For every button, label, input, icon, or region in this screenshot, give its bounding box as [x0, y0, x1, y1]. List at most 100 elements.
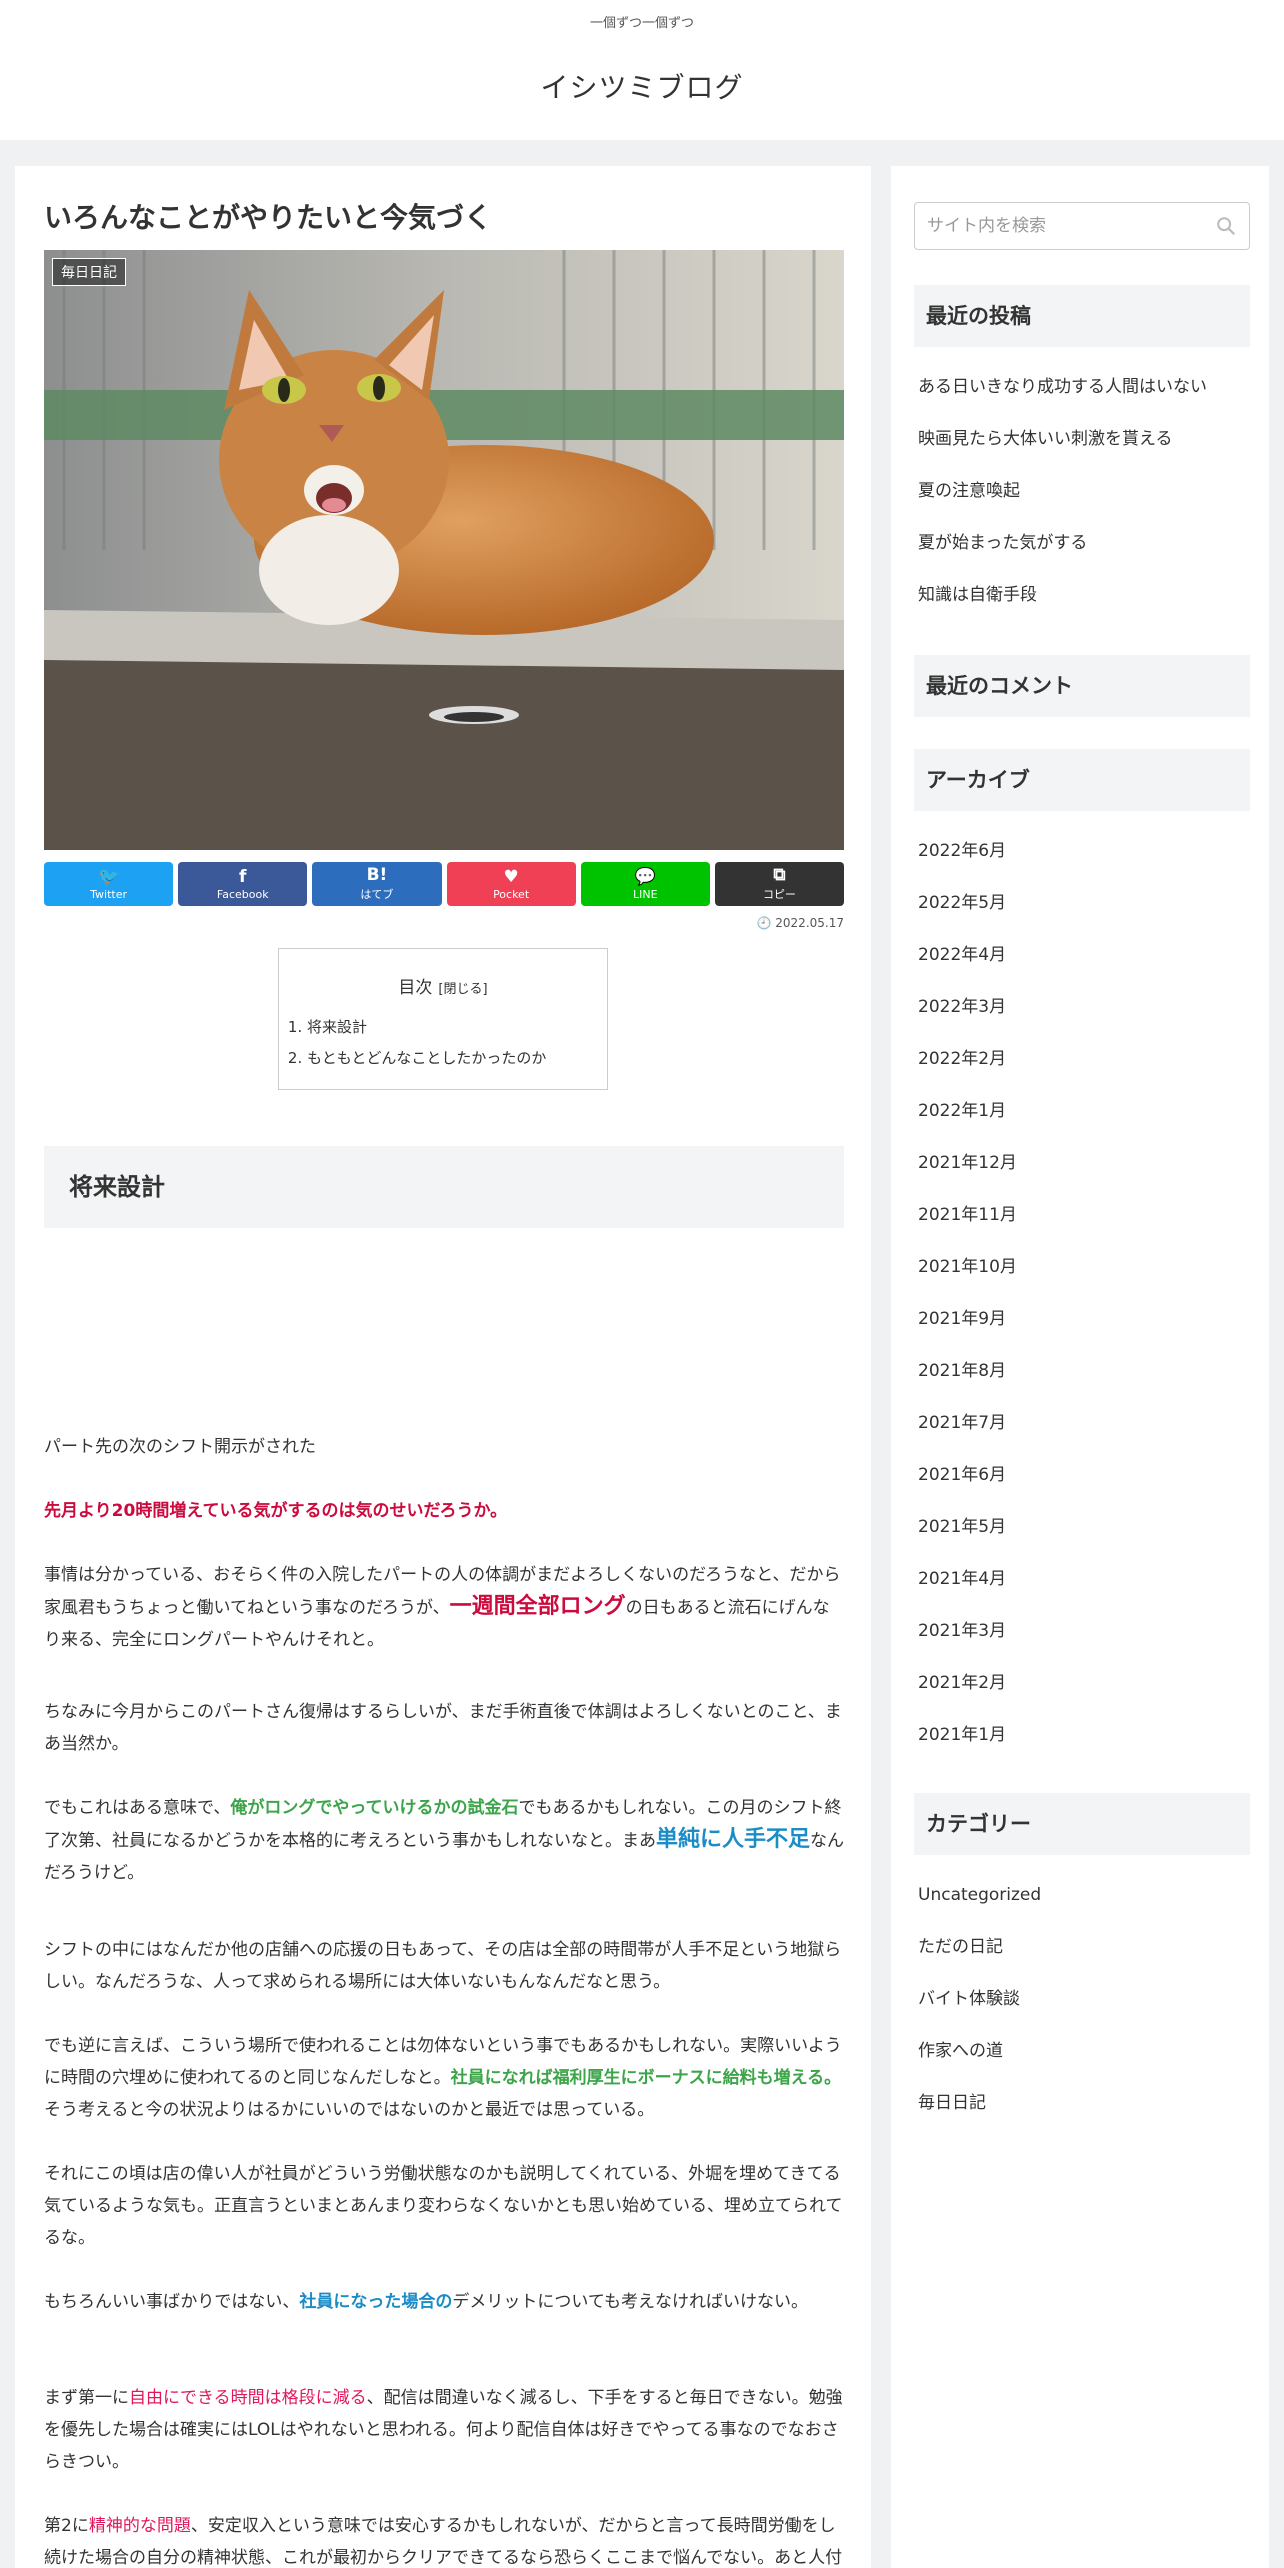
pocket-share-button[interactable]: ♥ Pocket [446, 862, 576, 906]
recent-post-link[interactable]: 夏の注意喚起 [918, 476, 1207, 528]
archive-link[interactable]: 2022年4月 [918, 940, 1017, 992]
category-label[interactable]: 毎日日記 [52, 258, 126, 286]
site-header: 一個ずつ一個ずつ イシツミブログ [0, 0, 1284, 140]
highlight-text: 精神的な問題 [88, 2516, 191, 2536]
twitter-share-button[interactable]: 🐦 Twitter [44, 862, 174, 906]
paragraph: もちろんいい事ばかりではない、社員になった場合のデメリットについても考えなければ… [44, 2286, 844, 2318]
toc-title: 目次 [閉じる] [279, 973, 607, 998]
archive-list: 2022年6月 2022年5月 2022年4月 2022年3月 2022年2月 … [918, 836, 1017, 1772]
archive-link[interactable]: 2021年8月 [918, 1356, 1017, 1408]
category-link[interactable]: 毎日日記 [918, 2088, 1041, 2140]
main-content: いろんなことがやりたいと今気づく 毎日日記 🐦 Twitter f Facebo… [15, 166, 871, 2568]
archive-link[interactable]: 2022年6月 [918, 836, 1017, 888]
recent-posts-list: ある日いきなり成功する人間はいない 映画見たら大体いい刺激を貰える 夏の注意喚起… [918, 372, 1207, 632]
archive-link[interactable]: 2021年1月 [918, 1720, 1017, 1772]
recent-post-link[interactable]: 映画見たら大体いい刺激を貰える [918, 424, 1207, 476]
share-label: LINE [632, 887, 658, 901]
search-placeholder: サイト内を検索 [927, 216, 1046, 236]
paragraph-text: そう考えると今の状況よりはるかにいいのではないのかと最近では思っている。 [44, 2100, 655, 2120]
archive-link[interactable]: 2022年5月 [918, 888, 1017, 940]
share-label: Facebook [216, 887, 269, 901]
search-icon[interactable] [1215, 215, 1237, 237]
toc-item[interactable]: もともとどんなことしたかったのか [307, 1043, 607, 1074]
facebook-share-button[interactable]: f Facebook [178, 862, 308, 906]
archive-link[interactable]: 2021年7月 [918, 1408, 1017, 1460]
archive-link[interactable]: 2021年6月 [918, 1460, 1017, 1512]
share-label: コピー [762, 888, 796, 901]
category-link[interactable]: Uncategorized [918, 1880, 1041, 1932]
paragraph: パート先の次のシフト開示がされた [44, 1437, 316, 1457]
line-share-button[interactable]: 💬 LINE [580, 862, 710, 906]
paragraph-text: もちろんいい事ばかりではない、 [44, 2292, 300, 2312]
category-title: カテゴリー [914, 1793, 1250, 1855]
share-button[interactable]: ⧉ コピー [714, 862, 845, 906]
site-tagline: 一個ずつ一個ずつ [589, 16, 694, 31]
sidebar: サイト内を検索 最近の投稿 ある日いきなり成功する人間はいない 映画見たら大体い… [891, 166, 1269, 2568]
toc-toggle[interactable]: [閉じる] [438, 982, 487, 997]
archive-link[interactable]: 2021年11月 [918, 1200, 1017, 1252]
archive-link[interactable]: 2021年4月 [918, 1564, 1017, 1616]
recent-post-link[interactable]: 知識は自衛手段 [918, 580, 1207, 632]
facebook-icon: f [239, 866, 247, 887]
post-date: 🕘 2022.05.17 [757, 916, 844, 930]
archive-title: アーカイブ [914, 749, 1250, 811]
post-title: いろんなことがやりたいと今気づく [44, 201, 493, 234]
share-buttons: 🐦 Twitter f Facebook B! はてブ ♥ Pocket 💬 LINE ⧉ コピー [44, 862, 845, 906]
archive-link[interactable]: 2021年9月 [918, 1304, 1017, 1356]
toc-item[interactable]: 将来設計 [307, 1012, 607, 1043]
table-of-contents: 目次 [閉じる] 将来設計 もともとどんなことしたかったのか [278, 948, 608, 1090]
pocket-icon: ♥ [503, 866, 519, 887]
paragraph: まず第一に自由にできる時間は格段に減る、配信は間違いなく減るし、下手をすると毎日… [44, 2382, 844, 2478]
highlight-text: 社員になれば福利厚生にボーナスに給料も増える。 [450, 2068, 842, 2088]
site-title-link[interactable]: イシツミブログ [0, 66, 1284, 106]
archive-link[interactable]: 2022年3月 [918, 992, 1017, 1044]
highlight-text: 俺がロングでやっていけるかの試金石 [230, 1798, 519, 1818]
recent-post-link[interactable]: ある日いきなり成功する人間はいない [918, 372, 1207, 424]
share-button[interactable]: B! はてブ [312, 862, 442, 906]
highlight-text: 一週間全部ロング [449, 1594, 626, 1619]
archive-link[interactable]: 2022年1月 [918, 1096, 1017, 1148]
post-date-text: 2022.05.17 [775, 916, 844, 930]
cat-photo [44, 250, 844, 850]
paragraph-highlight: 先月より20時間増えている気がするのは気のせいだろうか。 [44, 1501, 508, 1521]
archive-link[interactable]: 2022年2月 [918, 1044, 1017, 1096]
share-label: はてブ [360, 888, 394, 901]
category-link[interactable]: バイト体験談 [918, 1984, 1041, 2036]
highlight-text: 社員になった場合の [299, 2292, 453, 2312]
archive-link[interactable]: 2021年3月 [918, 1616, 1017, 1668]
category-link[interactable]: ただの日記 [918, 1932, 1041, 1984]
recent-posts-title: 最近の投稿 [914, 285, 1250, 347]
clock-icon: 🕘 [756, 916, 776, 930]
copy-icon: ⧉ [773, 865, 786, 885]
paragraph-text: でもこれはある意味で、 [44, 1798, 231, 1818]
category-list: Uncategorized ただの日記 バイト体験談 作家への道 毎日日記 [918, 1880, 1041, 2140]
paragraph: それにこの頃は店の偉い人が社員がどういう労働状態なのかも説明してくれている、外堀… [44, 2164, 843, 2248]
search-input[interactable]: サイト内を検索 [914, 202, 1250, 250]
share-label: Pocket [493, 887, 530, 901]
paragraph: 事情は分かっている、おそらく件の入院したパートの人の体調がまだよろしくないのだろ… [44, 1559, 844, 1656]
archive-link[interactable]: 2021年5月 [918, 1512, 1017, 1564]
archive-link[interactable]: 2021年12月 [918, 1148, 1017, 1200]
line-icon: 💬 [634, 866, 656, 887]
paragraph: 第2に精神的な問題、安定収入という意味では安心するかもしれないが、だからと言って… [44, 2510, 844, 2568]
archive-link[interactable]: 2021年2月 [918, 1668, 1017, 1720]
section-heading: 将来設計 [44, 1146, 844, 1228]
paragraph: でもこれはある意味で、俺がロングでやっていけるかの試金石でもあるかもしれない。こ… [44, 1792, 844, 1889]
toc-list: 将来設計 もともとどんなことしたかったのか [279, 1012, 607, 1074]
toc-title-text: 目次 [398, 978, 433, 998]
hatena-icon: B! [366, 865, 388, 885]
highlight-text: 自由にできる時間は格段に減る [129, 2388, 367, 2408]
recent-post-link[interactable]: 夏が始まった気がする [918, 528, 1207, 580]
paragraph-text: まず第一に [44, 2388, 129, 2408]
category-link[interactable]: 作家への道 [918, 2036, 1041, 2088]
paragraph: シフトの中にはなんだか他の店舗への応援の日もあって、その店は全部の時間帯が人手不… [44, 1940, 842, 1992]
twitter-icon: 🐦 [98, 866, 120, 887]
archive-link[interactable]: 2021年10月 [918, 1252, 1017, 1304]
share-label: Twitter [90, 887, 128, 901]
recent-comments-title: 最近のコメント [914, 655, 1250, 717]
eyecatch-image: 毎日日記 [44, 250, 844, 850]
paragraph-text: デメリットについても考えなければいけない。 [452, 2292, 808, 2312]
paragraph: ちなみに今月からこのパートさん復帰はするらしいが、まだ手術直後で体調はよろしくな… [44, 1702, 842, 1754]
highlight-text: 単純に人手不足 [656, 1827, 811, 1852]
paragraph: でも逆に言えば、こういう場所で使われることは勿体ないという事でもあるかもしれない… [44, 2030, 844, 2126]
